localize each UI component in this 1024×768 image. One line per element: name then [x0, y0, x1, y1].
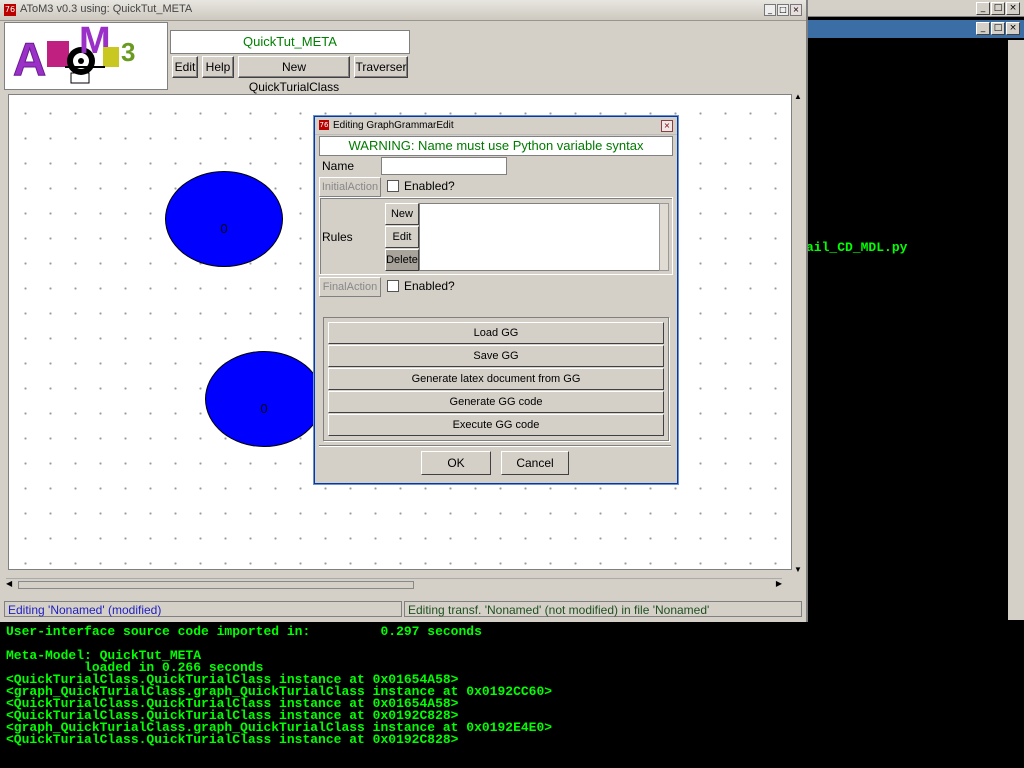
- name-field[interactable]: [381, 157, 507, 175]
- final-action-enabled-checkbox[interactable]: [387, 280, 399, 292]
- close-icon[interactable]: ×: [790, 4, 802, 16]
- graph-grammar-edit-dialog: 76 Editing GraphGrammarEdit × WARNING: N…: [314, 116, 678, 484]
- execute-gg-code-button[interactable]: Execute GG code: [328, 414, 664, 436]
- ok-button[interactable]: OK: [421, 451, 491, 475]
- minimize-icon[interactable]: _: [976, 22, 990, 35]
- rules-new-button[interactable]: New: [385, 203, 419, 225]
- minimize-icon[interactable]: _: [764, 4, 776, 16]
- close-icon[interactable]: ×: [1006, 2, 1020, 15]
- scroll-right-icon[interactable]: ▶: [776, 579, 782, 588]
- initial-action-enabled-checkbox[interactable]: [387, 180, 399, 192]
- meta-model-name-field: QuickTut_META: [170, 30, 410, 54]
- close-icon[interactable]: ×: [661, 120, 673, 132]
- minimize-icon[interactable]: _: [976, 2, 990, 15]
- dialog-title: Editing GraphGrammarEdit: [333, 120, 454, 131]
- maximize-icon[interactable]: □: [777, 4, 789, 16]
- scroll-left-icon[interactable]: ◀: [6, 579, 12, 588]
- gg-actions-frame: Load GG Save GG Generate latex document …: [323, 317, 669, 441]
- app-icon: 76: [319, 120, 329, 130]
- traverser-button[interactable]: Traverser: [354, 56, 408, 78]
- warning-message: WARNING: Name must use Python variable s…: [319, 136, 673, 156]
- maximize-icon[interactable]: □: [991, 22, 1005, 35]
- dialog-titlebar[interactable]: 76 Editing GraphGrammarEdit ×: [315, 117, 677, 135]
- scrollbar-thumb[interactable]: [18, 581, 414, 589]
- status-bar-left: Editing 'Nonamed' (modified): [4, 601, 402, 617]
- rules-scrollbar[interactable]: [659, 203, 669, 271]
- console-window-titlebar-2[interactable]: _ □ ×: [806, 20, 1024, 38]
- close-icon[interactable]: ×: [1006, 22, 1020, 35]
- final-action-enabled-label: Enabled?: [404, 279, 455, 293]
- name-label: Name: [322, 159, 355, 173]
- console-output: User-interface source code imported in: …: [0, 620, 1024, 768]
- edit-button[interactable]: Edit: [172, 56, 198, 78]
- rules-label: Rules: [322, 230, 353, 244]
- initial-action-button[interactable]: InitialAction: [319, 177, 381, 197]
- app-icon: 76: [4, 4, 16, 16]
- status-bar-right: Editing transf. 'Nonamed' (not modified)…: [404, 601, 802, 617]
- atom3-logo: A M 3: [4, 20, 168, 90]
- generate-gg-code-button[interactable]: Generate GG code: [328, 391, 664, 413]
- canvas-vertical-scrollbar[interactable]: ▲ ▼: [792, 92, 804, 574]
- console-line: <QuickTurialClass.QuickTurialClass insta…: [6, 732, 459, 747]
- generate-latex-button[interactable]: Generate latex document from GG: [328, 368, 664, 390]
- final-action-button[interactable]: FinalAction: [319, 277, 381, 297]
- maximize-icon[interactable]: □: [991, 2, 1005, 15]
- rules-edit-button[interactable]: Edit: [385, 226, 419, 248]
- quickturialclass-node[interactable]: 0: [205, 351, 323, 447]
- scroll-up-icon[interactable]: ▲: [794, 92, 802, 101]
- initial-action-enabled-label: Enabled?: [404, 179, 455, 193]
- window-title: AToM3 v0.3 using: QuickTut_META: [20, 3, 193, 15]
- svg-text:3: 3: [121, 37, 135, 67]
- save-gg-button[interactable]: Save GG: [328, 345, 664, 367]
- console-line: User-interface source code imported in: …: [6, 624, 482, 639]
- scroll-down-icon[interactable]: ▼: [794, 565, 802, 574]
- quickturialclass-node[interactable]: 0: [165, 171, 283, 267]
- canvas-horizontal-scrollbar[interactable]: ◀ ▶: [6, 578, 782, 591]
- help-button[interactable]: Help: [202, 56, 234, 78]
- dialog-separator: [319, 445, 671, 447]
- svg-text:A: A: [13, 33, 46, 85]
- main-titlebar[interactable]: 76 AToM3 v0.3 using: QuickTut_META _ □ ×: [0, 0, 806, 21]
- console-window-titlebar[interactable]: _ □ ×: [806, 0, 1024, 17]
- console-filename: ail_CD_MDL.py: [806, 240, 908, 255]
- cancel-button[interactable]: Cancel: [501, 451, 569, 475]
- load-gg-button[interactable]: Load GG: [328, 322, 664, 344]
- rules-delete-button[interactable]: Delete: [385, 249, 419, 271]
- new-quickturialclass-button[interactable]: New QuickTurialClass: [238, 56, 350, 94]
- rules-list[interactable]: [419, 203, 661, 271]
